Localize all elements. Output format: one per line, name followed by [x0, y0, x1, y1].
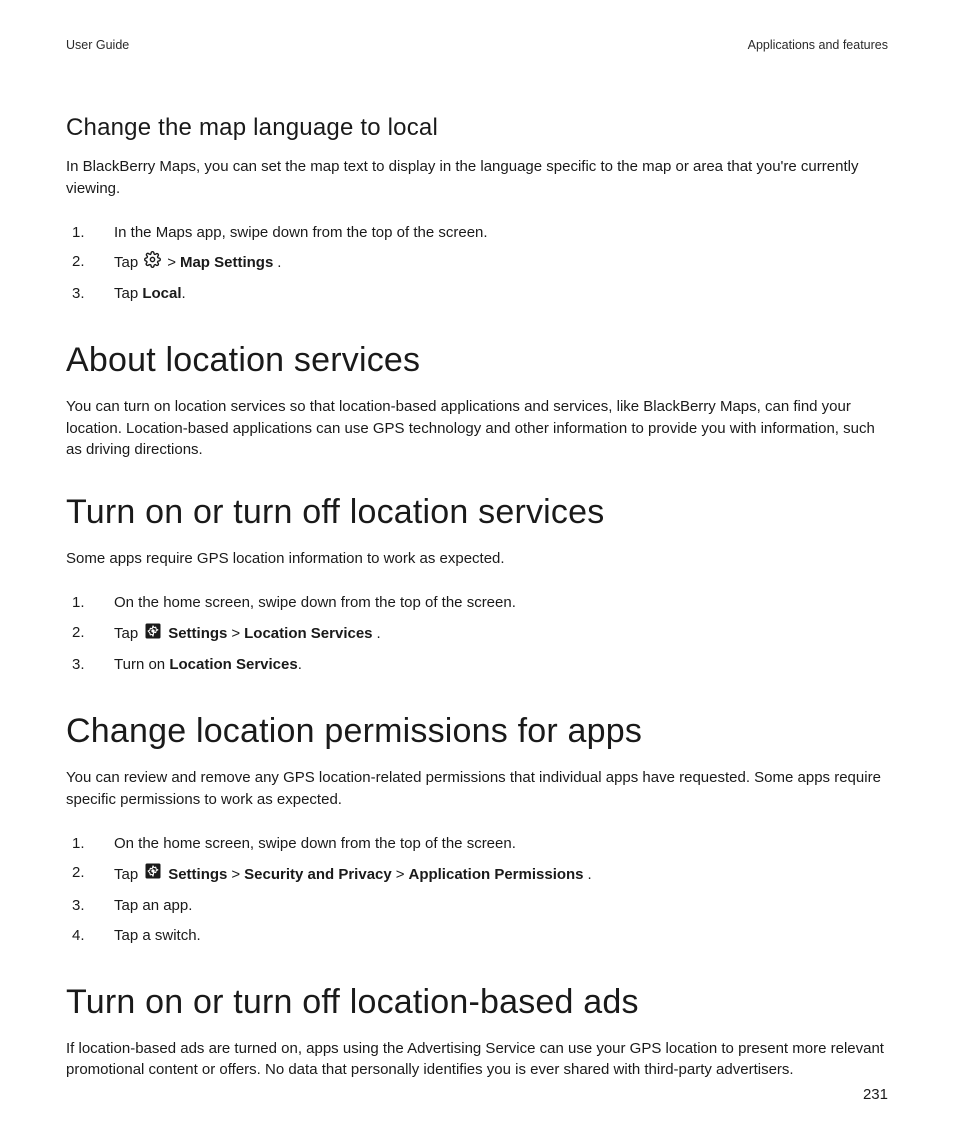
step: Tap > Map Settings. — [66, 247, 888, 279]
text: > — [231, 623, 240, 645]
step: Tap Settings > Security and Privacy > Ap… — [66, 858, 888, 891]
heading-toggle-location: Turn on or turn off location services — [66, 493, 888, 532]
page-number: 231 — [863, 1086, 888, 1103]
step: Tap an app. — [66, 891, 888, 921]
text: . — [377, 623, 381, 645]
text: Tap — [114, 623, 138, 645]
step: On the home screen, swipe down from the … — [66, 829, 888, 859]
text: . — [298, 656, 302, 673]
bold-text: Location Services — [244, 623, 372, 645]
text: . — [588, 864, 592, 886]
text: Turn on — [114, 656, 169, 673]
page-header: User Guide Applications and features — [66, 38, 888, 52]
bold-text: Settings — [168, 623, 227, 645]
settings-icon — [144, 622, 162, 647]
paragraph: You can review and remove any GPS locati… — [66, 767, 888, 811]
heading-toggle-ads: Turn on or turn off location-based ads — [66, 983, 888, 1022]
step: Tap Settings > Location Services. — [66, 618, 888, 651]
text: > — [231, 864, 240, 886]
bold-text: Security and Privacy — [244, 864, 392, 886]
header-left: User Guide — [66, 38, 129, 52]
steps-list: On the home screen, swipe down from the … — [66, 588, 888, 680]
page: User Guide Applications and features Cha… — [0, 0, 954, 1145]
paragraph: If location-based ads are turned on, app… — [66, 1038, 888, 1082]
text: Tap — [114, 864, 138, 886]
bold-text: Settings — [168, 864, 227, 886]
bold-text: Local — [142, 285, 181, 302]
bold-text: Map Settings — [180, 252, 273, 274]
paragraph: In BlackBerry Maps, you can set the map … — [66, 156, 888, 200]
paragraph: Some apps require GPS location informati… — [66, 548, 888, 570]
steps-list: On the home screen, swipe down from the … — [66, 829, 888, 951]
settings-icon — [144, 251, 161, 275]
heading-about-location: About location services — [66, 341, 888, 380]
heading-change-permissions: Change location permissions for apps — [66, 712, 888, 751]
text: Tap — [114, 252, 138, 274]
header-right: Applications and features — [748, 38, 888, 52]
text: Tap — [114, 285, 142, 302]
text: > — [396, 864, 405, 886]
step: On the home screen, swipe down from the … — [66, 588, 888, 618]
step: Tap a switch. — [66, 921, 888, 951]
step: In the Maps app, swipe down from the top… — [66, 218, 888, 248]
bold-text: Location Services — [169, 656, 297, 673]
heading-change-map-language: Change the map language to local — [66, 114, 888, 142]
text: . — [277, 252, 281, 274]
bold-text: Application Permissions — [408, 864, 583, 886]
steps-list: In the Maps app, swipe down from the top… — [66, 218, 888, 309]
step: Turn on Location Services. — [66, 650, 888, 680]
text: > — [167, 252, 176, 274]
settings-icon — [144, 862, 162, 887]
text: . — [182, 285, 186, 302]
step: Tap Local. — [66, 279, 888, 309]
paragraph: You can turn on location services so tha… — [66, 396, 888, 461]
